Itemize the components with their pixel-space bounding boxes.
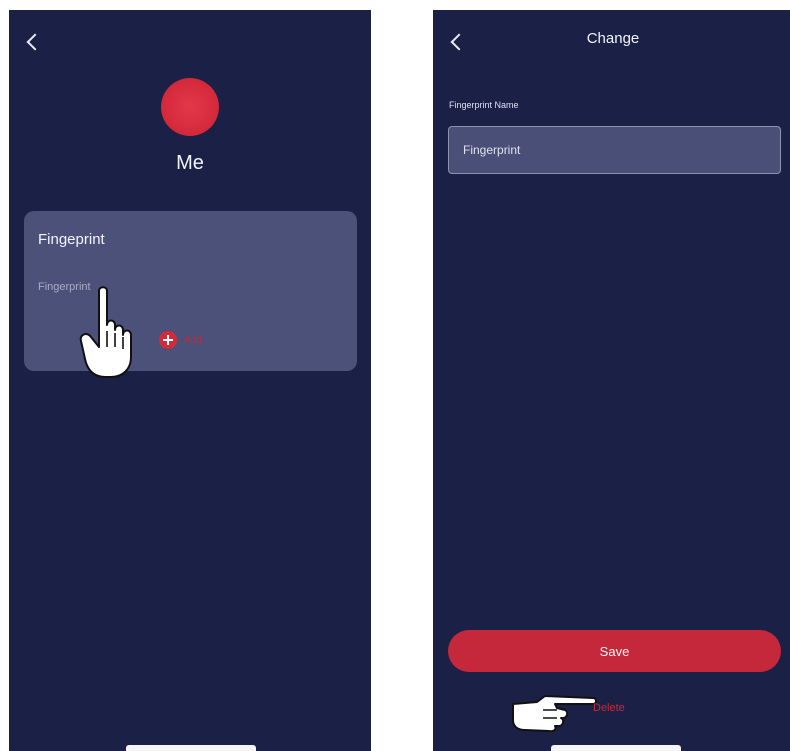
pointing-hand-icon bbox=[512, 695, 597, 732]
avatar bbox=[161, 78, 219, 136]
fingerprint-name-input[interactable] bbox=[448, 126, 781, 174]
add-fingerprint-button[interactable]: Add bbox=[159, 331, 202, 349]
page-title: Change bbox=[586, 30, 640, 47]
profile-screen: Me Fingeprint Fingerprint Add bbox=[9, 10, 371, 751]
save-button[interactable]: Save bbox=[448, 630, 781, 672]
home-indicator bbox=[126, 745, 256, 751]
home-indicator bbox=[551, 745, 681, 751]
fingerprint-name-label: Fingerprint Name bbox=[449, 100, 519, 110]
card-title: Fingeprint bbox=[38, 231, 105, 248]
plus-circle-icon bbox=[159, 331, 177, 349]
add-label: Add bbox=[184, 334, 202, 346]
fingerprint-card: Fingeprint Fingerprint Add bbox=[24, 211, 357, 371]
back-chevron-icon[interactable] bbox=[26, 33, 44, 51]
change-fingerprint-screen: Change Fingerprint Name Save Delete bbox=[433, 10, 790, 751]
pointing-hand-icon bbox=[79, 286, 132, 378]
profile-name: Me bbox=[176, 152, 204, 174]
delete-link[interactable]: Delete bbox=[593, 702, 625, 714]
